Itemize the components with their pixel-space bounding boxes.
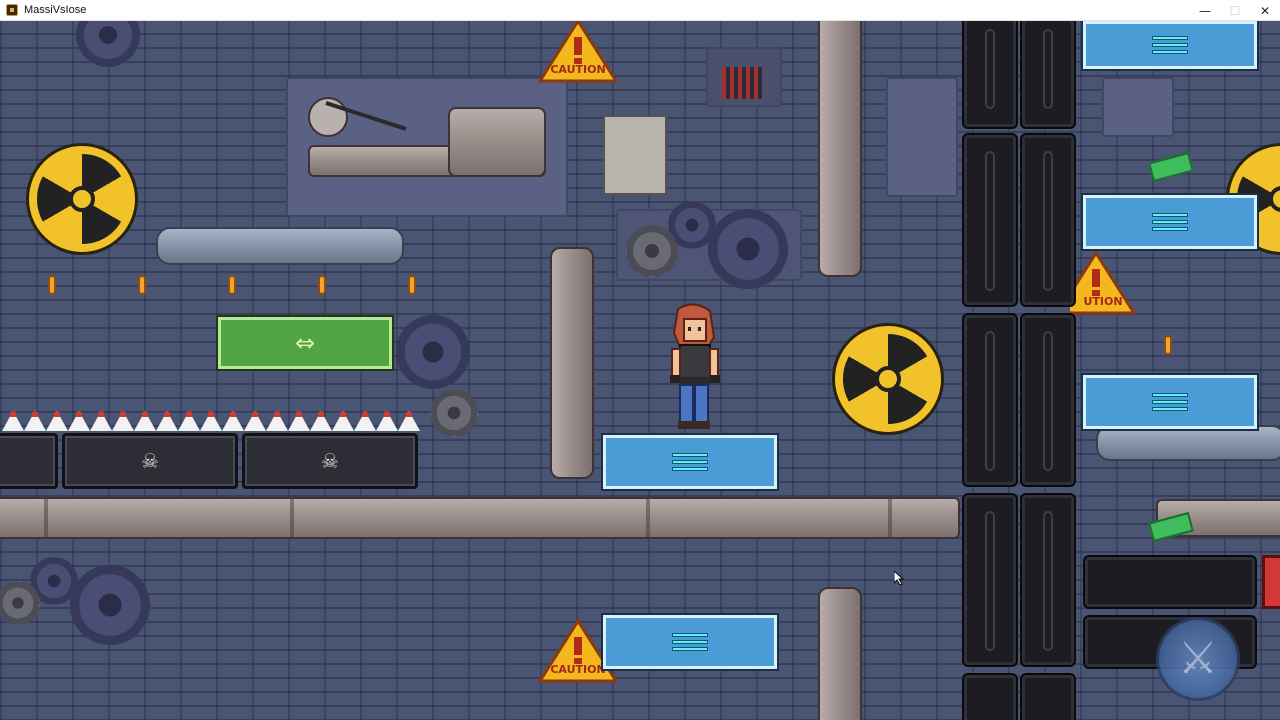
mouse-cursor-icon (894, 571, 904, 585)
cash-pickup (1148, 511, 1194, 543)
vertical-pipe (818, 21, 862, 277)
caution-sign: CAUTION (537, 21, 619, 85)
skull-icon: ☠ (141, 449, 159, 473)
window-titlebar: MassiVsIose — ☐ ✕ (0, 0, 1280, 21)
main-floor-pipe (0, 497, 960, 539)
window-controls: — ☐ ✕ (1190, 0, 1280, 21)
radiation-sign (832, 323, 944, 435)
coin (228, 275, 236, 295)
gear-decor (430, 389, 478, 437)
coin (318, 275, 326, 295)
coin (138, 275, 146, 295)
blue-pipe (156, 227, 404, 265)
wall-column (1020, 21, 1076, 129)
gear-decor (76, 21, 140, 67)
blue-platform (601, 433, 779, 491)
maximize-button[interactable]: ☐ (1220, 0, 1250, 21)
blue-platform (1081, 373, 1259, 431)
gear-decor (708, 209, 788, 289)
skull-icon: ☠ (321, 449, 339, 473)
wall-column (962, 673, 1018, 720)
wall-panel (886, 77, 958, 197)
window-title: MassiVsIose (24, 4, 87, 16)
gear-decor (0, 581, 40, 625)
gear-decor (70, 565, 150, 645)
wall-column (1020, 313, 1076, 487)
wall-column (1020, 493, 1076, 667)
wall-panel-right (1102, 77, 1174, 137)
vertical-pipe (818, 587, 862, 720)
blue-platform (601, 613, 779, 671)
radiation-sign (26, 143, 138, 255)
blue-pipe-right (1096, 425, 1280, 461)
wall-column (962, 493, 1018, 667)
wall-column (962, 21, 1018, 129)
spike-row (2, 411, 420, 431)
hazard-block (0, 433, 58, 489)
vertical-pipe (550, 247, 594, 479)
player-character (664, 303, 724, 433)
gear-decor (626, 225, 678, 277)
wall-block (1083, 555, 1257, 609)
cash-pickup (1148, 151, 1194, 183)
close-button[interactable]: ✕ (1250, 0, 1280, 21)
moving-platform: ⇔ (216, 315, 394, 371)
wall-column (1020, 133, 1076, 307)
blue-platform (1081, 193, 1259, 251)
minimize-button[interactable]: — (1190, 0, 1220, 21)
control-panel (603, 115, 667, 195)
wall-column (962, 133, 1018, 307)
hazard-block: ☠ (62, 433, 238, 489)
wall-column (1020, 673, 1076, 720)
coin (1164, 335, 1172, 355)
vent-grille (722, 67, 762, 99)
coin (408, 275, 416, 295)
machine-pipe-elbow (448, 107, 546, 177)
gear-decor (396, 315, 470, 389)
red-block (1262, 555, 1280, 609)
app-icon (6, 4, 18, 16)
caution-sign-partial: UTION (1055, 250, 1137, 317)
wall-column (962, 313, 1018, 487)
attack-button[interactable]: ⚔ (1156, 617, 1240, 701)
game-viewport[interactable]: CAUTION CAUTION UTION ⇔ ☠ ☠ ⚔ (0, 21, 1280, 720)
hazard-block: ☠ (242, 433, 418, 489)
blue-platform (1081, 21, 1259, 71)
coin (48, 275, 56, 295)
